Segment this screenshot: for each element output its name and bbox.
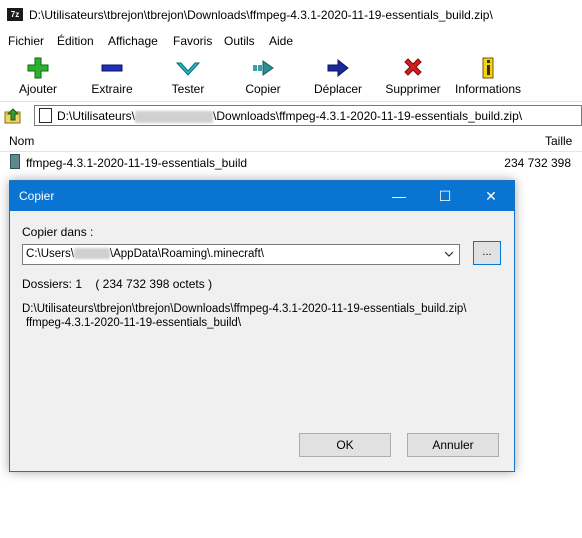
delete-label: Supprimer	[385, 82, 441, 96]
copy-arrow-icon	[226, 57, 300, 79]
menu-outils[interactable]: Outils	[224, 34, 255, 48]
move-button[interactable]: Déplacer	[301, 53, 375, 99]
info-button[interactable]: Informations	[450, 53, 526, 99]
folder-icon	[10, 154, 20, 169]
dialog-title: Copier	[19, 189, 55, 203]
minimize-button[interactable]: —	[376, 181, 422, 211]
column-size-header[interactable]: Taille	[545, 134, 572, 148]
address-row: D:\Utilisateurs\ \Downloads\ffmpeg-4.3.1-…	[0, 101, 582, 130]
minimize-icon: —	[392, 188, 406, 204]
source-path-line1: D:\Utilisateurs\tbrejon\tbrejon\Download…	[22, 303, 467, 315]
add-label: Ajouter	[18, 82, 58, 96]
destination-path: C:\Users\ \AppData\Roaming\.minecraft\	[26, 248, 264, 260]
cancel-button[interactable]: Annuler	[407, 433, 499, 457]
maximize-button[interactable]: ☐	[422, 181, 468, 211]
address-bar[interactable]: D:\Utilisateurs\ \Downloads\ffmpeg-4.3.1-…	[34, 105, 582, 126]
copy-button[interactable]: Copier	[226, 53, 300, 99]
menu-affichage[interactable]: Affichage	[108, 34, 158, 48]
move-label: Déplacer	[313, 82, 363, 96]
maximize-icon: ☐	[438, 188, 452, 204]
check-chevron-icon	[151, 57, 225, 79]
extract-label: Extraire	[91, 82, 133, 96]
close-button[interactable]: ✕	[468, 181, 514, 211]
test-button[interactable]: Tester	[151, 53, 225, 99]
window-title: D:\Utilisateurs\tbrejon\tbrejon\Download…	[29, 8, 493, 22]
destination-prefix: C:\Users\	[26, 248, 74, 260]
address-prefix: D:\Utilisateurs\	[57, 109, 136, 123]
copy-to-label: Copier dans :	[22, 225, 94, 239]
menu-favoris[interactable]: Favoris	[173, 34, 212, 48]
chevron-down-icon[interactable]	[442, 247, 456, 262]
plus-icon	[1, 57, 75, 79]
file-name: ffmpeg-4.3.1-2020-11-19-essentials_build	[26, 156, 248, 170]
menu-edition[interactable]: Édition	[57, 34, 94, 48]
redacted-username	[135, 110, 214, 123]
copy-dialog: Copier — ☐ ✕ Copier dans : C:\Users\ \App…	[9, 180, 515, 472]
delete-x-icon	[376, 57, 450, 79]
info-label: Informations	[454, 82, 522, 96]
toolbar: Ajouter Extraire Tester Copier Déplacer …	[0, 51, 582, 101]
destination-combobox[interactable]: C:\Users\ \AppData\Roaming\.minecraft\	[22, 244, 460, 265]
column-name-header[interactable]: Nom	[9, 134, 34, 148]
add-button[interactable]: Ajouter	[1, 53, 75, 99]
address-suffix: \Downloads\ffmpeg-4.3.1-2020-11-19-essen…	[213, 109, 523, 123]
source-path-line2: ffmpeg-4.3.1-2020-11-19-essentials_build…	[26, 317, 242, 329]
folders-info: Dossiers: 1 ( 234 732 398 octets )	[22, 277, 213, 291]
list-header: Nom Taille	[0, 131, 582, 152]
menu-aide[interactable]: Aide	[269, 34, 293, 48]
folder-up-button[interactable]	[4, 107, 22, 125]
address-path: D:\Utilisateurs\ \Downloads\ffmpeg-4.3.1-…	[57, 109, 522, 123]
window-titlebar: 7z D:\Utilisateurs\tbrejon\tbrejon\Downl…	[0, 0, 582, 31]
archive-icon	[39, 108, 52, 123]
destination-suffix: \AppData\Roaming\.minecraft\	[109, 248, 264, 260]
folder-up-icon	[4, 108, 22, 128]
info-icon	[450, 57, 526, 79]
close-icon: ✕	[485, 188, 497, 204]
move-arrow-icon	[301, 57, 375, 79]
extract-button[interactable]: Extraire	[75, 53, 149, 99]
browse-button[interactable]: ...	[473, 241, 501, 265]
file-size: 234 732 398	[504, 156, 571, 170]
dialog-titlebar: Copier — ☐ ✕	[10, 181, 514, 211]
delete-button[interactable]: Supprimer	[376, 53, 450, 99]
app-icon: 7z	[7, 8, 23, 21]
copy-label: Copier	[245, 82, 281, 96]
list-item[interactable]: ffmpeg-4.3.1-2020-11-19-essentials_build…	[0, 152, 582, 172]
menu-bar: Fichier Édition Affichage Favoris Outils…	[0, 31, 582, 51]
minus-icon	[75, 57, 149, 79]
test-label: Tester	[171, 82, 205, 96]
redacted-username	[73, 248, 110, 260]
menu-fichier[interactable]: Fichier	[8, 34, 44, 48]
ok-button[interactable]: OK	[299, 433, 391, 457]
